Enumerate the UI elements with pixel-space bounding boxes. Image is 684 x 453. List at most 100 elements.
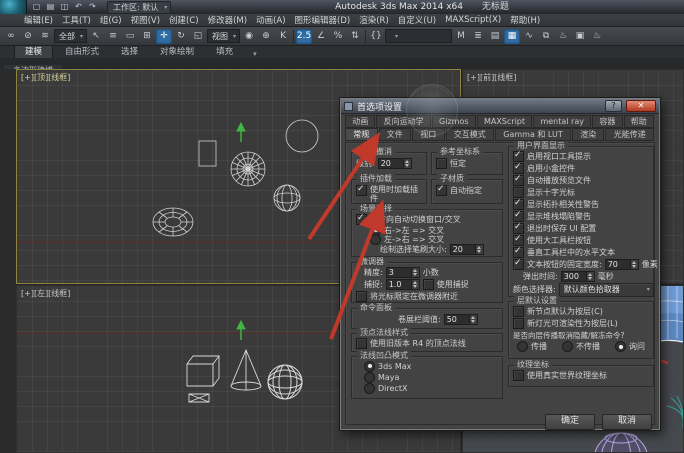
brush-size-spinner[interactable]: 20 xyxy=(450,244,484,255)
tab-radiosity[interactable]: 光能传递 xyxy=(605,128,654,141)
break-link-icon[interactable]: ⊘ xyxy=(20,29,36,44)
named-sets-dropdown[interactable]: ▾ xyxy=(385,29,452,43)
autoplay-preview-checkbox[interactable] xyxy=(513,175,524,186)
fixed-width-checkbox[interactable] xyxy=(513,259,524,270)
wrap-cursor-checkbox[interactable] xyxy=(356,291,367,302)
menu-help[interactable]: 帮助(H) xyxy=(510,14,540,26)
light-by-layer-checkbox[interactable] xyxy=(513,318,524,329)
spinner-value[interactable]: 20 xyxy=(450,244,476,255)
select-manipulate-icon[interactable]: ⊕ xyxy=(258,29,274,44)
tab-mental-ray[interactable]: mental ray xyxy=(533,115,591,128)
spinner-value[interactable]: 20 xyxy=(378,158,404,169)
spinner-value[interactable]: 300 xyxy=(561,271,587,282)
bind-spacewarp-icon[interactable]: ≋ xyxy=(37,29,53,44)
edit-named-sets-icon[interactable]: {} xyxy=(368,29,384,44)
move-icon[interactable]: ✛ xyxy=(156,29,172,44)
spinner-value[interactable]: 50 xyxy=(444,314,470,325)
bump-maya-radio[interactable] xyxy=(364,372,375,383)
auto-window-crossing-checkbox[interactable] xyxy=(356,214,367,225)
dialog-help-button[interactable]: ? xyxy=(605,100,622,112)
spinner-value[interactable]: 1.0 xyxy=(386,279,412,290)
tab-animation[interactable]: 动画 xyxy=(345,115,375,128)
tab-maxscript[interactable]: MAXScript xyxy=(477,115,532,128)
redo-icon[interactable]: ↷ xyxy=(87,0,98,14)
snap-toggle-icon[interactable]: 2.5 xyxy=(296,29,312,44)
tab-populate[interactable]: 填充 xyxy=(206,46,243,58)
constant-checkbox[interactable] xyxy=(436,158,447,169)
tab-containers[interactable]: 容器 xyxy=(592,115,622,128)
window-crossing-icon[interactable]: ⊞ xyxy=(139,29,155,44)
crosshair-cursor-checkbox[interactable] xyxy=(513,187,524,198)
selection-filter-dropdown[interactable]: 全部 ▾ xyxy=(54,29,87,43)
flyout-time-spinner[interactable]: 300 xyxy=(561,271,595,282)
bump-directx-radio[interactable] xyxy=(364,383,375,394)
fixed-width-spinner[interactable]: 70 xyxy=(605,259,639,270)
select-by-name-icon[interactable]: ≡ xyxy=(105,29,121,44)
cancel-button[interactable]: 取消 xyxy=(602,414,652,430)
select-link-icon[interactable]: ∞ xyxy=(3,29,19,44)
menu-modifiers[interactable]: 修改器(M) xyxy=(208,14,247,26)
spinner-buttons[interactable] xyxy=(470,314,478,325)
spinner-buttons[interactable] xyxy=(412,267,420,278)
new-scene-icon[interactable]: ▢ xyxy=(31,0,42,14)
legacy-r4-normals-checkbox[interactable] xyxy=(356,338,367,349)
curve-editor-icon[interactable]: ∿ xyxy=(521,29,537,44)
color-picker-dropdown[interactable]: 默认颜色拾取器 ▾ xyxy=(559,283,654,297)
viewport-front-label[interactable]: [+][前][线框] xyxy=(467,72,516,83)
spinner-buttons[interactable] xyxy=(587,271,595,282)
undo-icon[interactable]: ↶ xyxy=(73,0,84,14)
spinner-value[interactable]: 70 xyxy=(605,259,631,270)
percent-snap-icon[interactable]: % xyxy=(330,29,346,44)
pivot-center-icon[interactable]: ◉ xyxy=(241,29,257,44)
rendered-frame-icon[interactable]: ▣ xyxy=(572,29,588,44)
menu-group[interactable]: 组(G) xyxy=(100,14,122,26)
rect-selection-region-icon[interactable]: ▭ xyxy=(122,29,138,44)
chevron-down-icon[interactable]: ▾ xyxy=(253,50,257,58)
tab-freeform[interactable]: 自由形式 xyxy=(55,46,109,58)
tab-viewports[interactable]: 视口 xyxy=(412,128,445,141)
save-file-icon[interactable]: ◫ xyxy=(59,0,70,14)
mirror-icon[interactable]: M xyxy=(453,29,469,44)
tab-help[interactable]: 帮助 xyxy=(624,115,654,128)
left-right-crossing-radio[interactable] xyxy=(370,234,381,245)
tab-selection[interactable]: 选择 xyxy=(111,46,148,58)
tab-gamma-lut[interactable]: Gamma 和 LUT xyxy=(495,128,571,141)
ask-radio[interactable] xyxy=(615,341,626,352)
bump-3dsmax-radio[interactable] xyxy=(364,361,375,372)
tab-object-paint[interactable]: 对象绘制 xyxy=(150,46,204,58)
tab-general[interactable]: 常规 xyxy=(345,128,378,141)
dialog-close-button[interactable]: ✕ xyxy=(626,100,656,112)
menu-maxscript[interactable]: MAXScript(X) xyxy=(445,15,501,25)
dialog-title-bar[interactable]: 首选项设置 ? ✕ xyxy=(341,99,659,114)
menu-tools[interactable]: 工具(T) xyxy=(62,14,91,26)
do-not-propagate-radio[interactable] xyxy=(562,341,573,352)
ribbon-toggle-icon[interactable]: ▦ xyxy=(504,29,520,44)
menu-edit[interactable]: 编辑(E) xyxy=(24,14,53,26)
caddy-controls-checkbox[interactable] xyxy=(513,163,524,174)
load-plugins-checkbox[interactable] xyxy=(356,185,367,196)
menu-customize[interactable]: 自定义(U) xyxy=(398,14,436,26)
angle-snap-icon[interactable]: ∠ xyxy=(313,29,329,44)
snap-spinner[interactable]: 1.0 xyxy=(386,279,420,290)
schematic-view-icon[interactable]: ⧉ xyxy=(538,29,554,44)
select-object-icon[interactable]: ↖ xyxy=(88,29,104,44)
menu-graph-editors[interactable]: 图形编辑器(D) xyxy=(295,14,351,26)
precision-spinner[interactable]: 3 xyxy=(386,267,420,278)
align-icon[interactable]: ≣ xyxy=(470,29,486,44)
app-button[interactable] xyxy=(0,0,27,14)
scale-icon[interactable]: ◱ xyxy=(190,29,206,44)
undo-levels-spinner[interactable]: 20 xyxy=(378,158,412,169)
collapse-warning-checkbox[interactable] xyxy=(513,211,524,222)
menu-rendering[interactable]: 渲染(R) xyxy=(359,14,389,26)
ok-button[interactable]: 确定 xyxy=(545,414,595,430)
menu-animation[interactable]: 动画(A) xyxy=(256,14,285,26)
save-ui-checkbox[interactable] xyxy=(513,223,524,234)
spinner-buttons[interactable] xyxy=(412,279,420,290)
spinner-buttons[interactable] xyxy=(476,244,484,255)
keyboard-override-icon[interactable]: K xyxy=(275,29,291,44)
auto-assign-checkbox[interactable] xyxy=(436,185,447,196)
large-toolbar-checkbox[interactable] xyxy=(513,235,524,246)
render-icon[interactable]: ♨ xyxy=(589,29,605,44)
render-setup-icon[interactable]: ♨ xyxy=(555,29,571,44)
tab-modeling[interactable]: 建模 xyxy=(14,45,53,58)
